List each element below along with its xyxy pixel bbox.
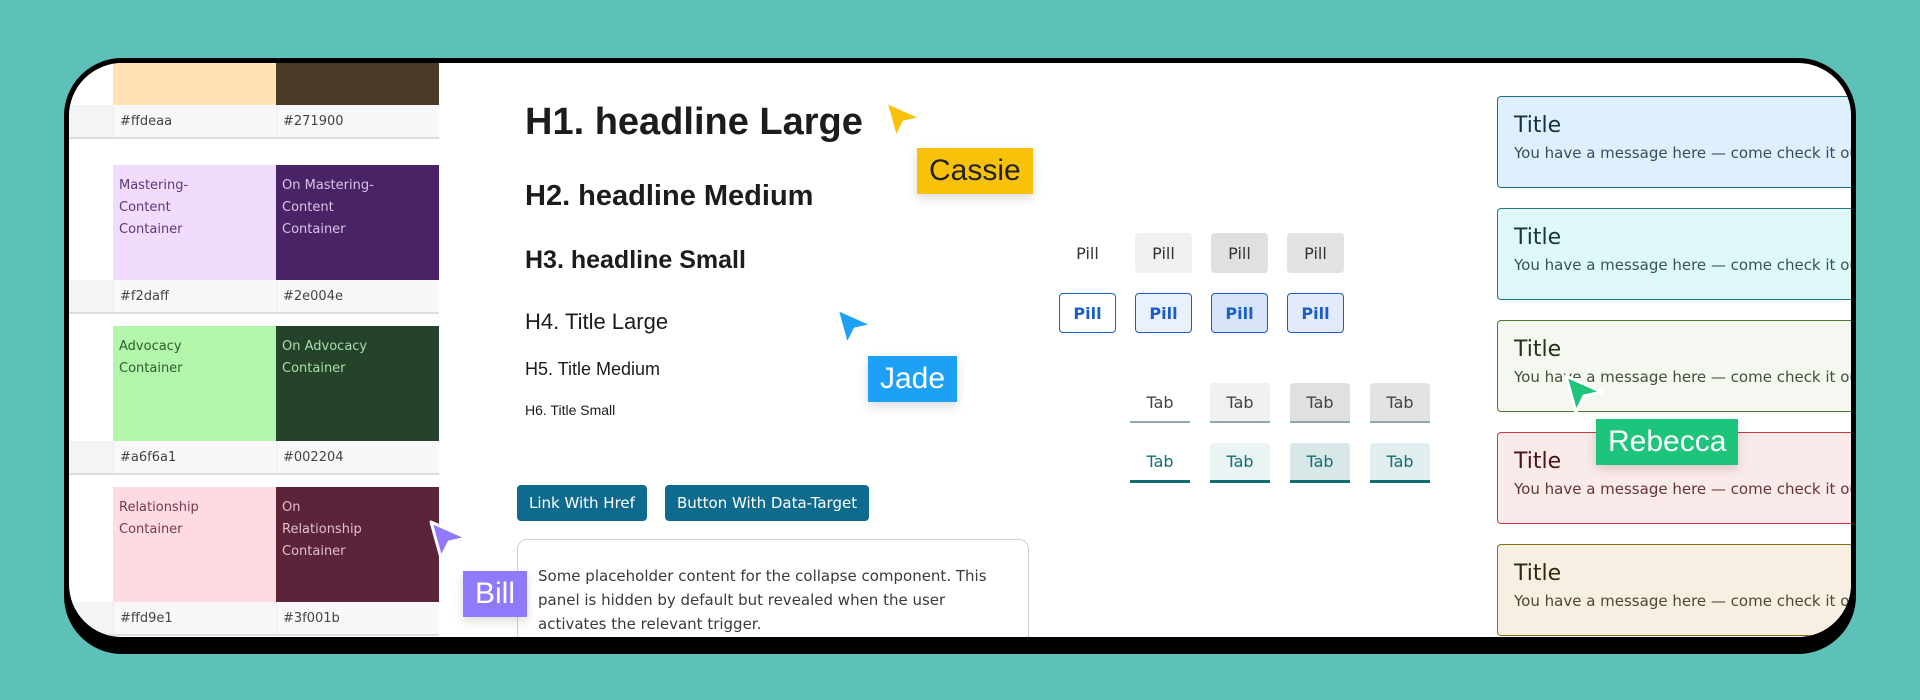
browser-frame: ContainerContainer#ffdeaa#271900Masterin… <box>64 58 1856 642</box>
heading-h3: H3. headline Small <box>525 246 746 274</box>
alert-message: You have a message here — come check it … <box>1514 592 1851 610</box>
cursor-name-tag: Rebecca <box>1596 419 1739 465</box>
cursor-arrow-icon <box>1562 372 1606 416</box>
cursor-arrow-icon <box>427 518 471 562</box>
pill-neutral[interactable]: Pill <box>1059 233 1116 273</box>
pill-neutral[interactable]: Pill <box>1135 233 1192 273</box>
swatch-right: On Relationship Container <box>276 487 439 602</box>
alert-title: Title <box>1514 337 1562 362</box>
swatch-gutter <box>69 280 113 314</box>
heading-h4: H4. Title Large <box>525 309 669 334</box>
pill-primary[interactable]: Pill <box>1059 293 1116 333</box>
cursor-arrow-icon <box>833 305 877 349</box>
heading-h6: H6. Title Small <box>525 402 616 418</box>
heading-h2: H2. headline Medium <box>525 180 814 212</box>
collapse-panel: Some placeholder content for the collaps… <box>517 539 1029 637</box>
collapse-text: Some placeholder content for the collaps… <box>538 567 987 633</box>
swatch-row: Advocacy Container On Advocacy Container #… <box>69 326 445 477</box>
swatch-hex-right: #3f001b <box>276 602 439 636</box>
tab-neutral[interactable]: Tab <box>1290 383 1350 423</box>
alert-title: Title <box>1514 113 1562 138</box>
cursor-name-tag: Cassie <box>917 148 1033 194</box>
swatch-gutter <box>69 105 113 139</box>
swatch-left: Relationship Container <box>113 487 276 602</box>
swatch-hex-right: #271900 <box>276 105 439 139</box>
swatch-hex-left: #ffdeaa <box>113 105 276 139</box>
pill-primary[interactable]: Pill <box>1135 293 1192 333</box>
alert-card: Title You have a message here — come chec… <box>1497 96 1851 188</box>
alert-title: Title <box>1514 561 1562 586</box>
alert-message: You have a message here — come check it … <box>1514 144 1851 162</box>
tab-teal[interactable]: Tab <box>1210 443 1270 483</box>
swatch-right: On Mastering- Content Container <box>276 165 439 280</box>
swatch-left: Mastering- Content Container <box>113 165 276 280</box>
cursor-name-tag: Bill <box>463 571 528 617</box>
pill-primary[interactable]: Pill <box>1211 293 1268 333</box>
pill-neutral[interactable]: Pill <box>1287 233 1344 273</box>
swatch-hex-right: #2e004e <box>276 280 439 314</box>
swatch-hex-left: #ffd9e1 <box>113 602 276 636</box>
swatch-row: Relationship Container On Relationship Co… <box>69 487 445 637</box>
link-with-href-button[interactable]: Link With Href <box>517 485 647 521</box>
swatch-gutter <box>69 441 113 475</box>
swatch-row: ContainerContainer#ffdeaa#271900 <box>69 63 445 141</box>
alert-message: You have a message here — come check it … <box>1514 256 1851 274</box>
swatch-hex-left: #f2daff <box>113 280 276 314</box>
tab-teal[interactable]: Tab <box>1370 443 1430 483</box>
alert-message: You have a message here — come check it … <box>1514 480 1851 498</box>
cursor-name-tag: Jade <box>868 356 958 402</box>
alert-card: Title You have a message here — come chec… <box>1497 208 1851 300</box>
tab-teal[interactable]: Tab <box>1290 443 1350 483</box>
pill-primary[interactable]: Pill <box>1287 293 1344 333</box>
swatch-right: Container <box>276 63 439 105</box>
tab-neutral[interactable]: Tab <box>1210 383 1270 423</box>
pill-neutral[interactable]: Pill <box>1211 233 1268 273</box>
swatch-right: On Advocacy Container <box>276 326 439 441</box>
tab-teal[interactable]: Tab <box>1130 443 1190 483</box>
heading-h5: H5. Title Medium <box>525 359 661 379</box>
alert-card: Title You have a message here — come chec… <box>1497 320 1851 412</box>
heading-h1: H1. headline Large <box>525 101 863 143</box>
tab-neutral[interactable]: Tab <box>1370 383 1430 423</box>
swatch-row: Mastering- Content Container On Mastering… <box>69 165 445 316</box>
swatch-gutter <box>69 602 113 636</box>
swatch-left: Container <box>113 63 276 105</box>
swatch-hex-left: #a6f6a1 <box>113 441 276 475</box>
cursor-arrow-icon <box>882 98 926 142</box>
alert-card: Title You have a message here — come chec… <box>1497 544 1851 636</box>
alert-title: Title <box>1514 225 1562 250</box>
tab-neutral[interactable]: Tab <box>1130 383 1190 423</box>
swatch-left: Advocacy Container <box>113 326 276 441</box>
swatch-hex-right: #002204 <box>276 441 439 475</box>
data-target-button[interactable]: Button With Data-Target <box>665 485 870 521</box>
